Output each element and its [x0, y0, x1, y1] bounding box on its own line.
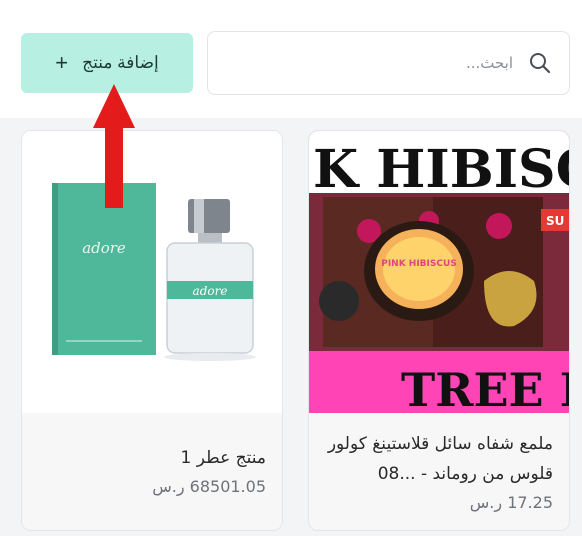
image-badge: SU — [546, 214, 564, 228]
image-bottom-text: TREE I — [401, 363, 569, 413]
image-top-text: K HIBISC — [313, 139, 569, 200]
annotation-arrow — [93, 84, 135, 208]
bottle-brand: adore — [193, 284, 228, 298]
product-image: adore adore — [22, 131, 282, 413]
product-price: 68501.05 ر.س — [152, 477, 266, 496]
product-info: منتج عطر 1 68501.05 ر.س — [22, 413, 282, 530]
search-icon[interactable] — [527, 50, 553, 76]
search-bar[interactable] — [207, 31, 570, 95]
product-price: 17.25 ر.س — [469, 493, 553, 512]
jar-label: PINK HIBISCUS — [381, 259, 457, 269]
product-name: ملمع شفاه سائل قلاستينغ كولور قلوس من رو… — [327, 434, 553, 484]
toolbar: إضافة منتج + — [0, 0, 582, 118]
search-input[interactable] — [208, 32, 527, 94]
product-image: K HIBISC PINK HIBISCUS SU TREE I — [309, 131, 569, 413]
box-brand: adore — [82, 239, 126, 257]
product-grid: K HIBISC PINK HIBISCUS SU TREE I ملمع شف… — [0, 118, 582, 536]
plus-icon: + — [55, 50, 69, 75]
product-info: ملمع شفاه سائل قلاستينغ كولور قلوس من رو… — [309, 413, 569, 530]
product-card[interactable]: adore adore منتج عطر 1 68501.05 ر.س — [21, 130, 283, 531]
product-name: منتج عطر 1 — [180, 448, 266, 468]
product-card[interactable]: K HIBISC PINK HIBISCUS SU TREE I ملمع شف… — [308, 130, 570, 531]
add-product-label: إضافة منتج — [82, 53, 159, 72]
